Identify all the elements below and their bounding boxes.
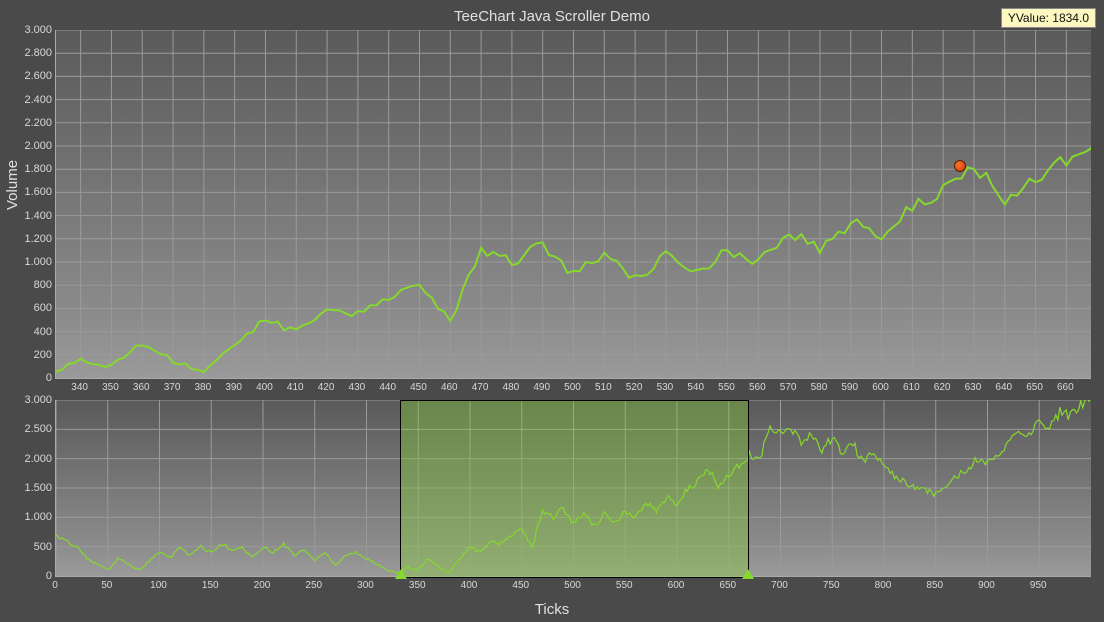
x-axis-title: Ticks bbox=[0, 601, 1104, 618]
overview-y-tick-label: 3.000 bbox=[7, 394, 52, 406]
overview-x-tick-label: 850 bbox=[926, 580, 943, 591]
y-tick-label: 2.200 bbox=[7, 117, 52, 129]
scroll-handle-right[interactable] bbox=[742, 569, 754, 579]
x-tick-label: 570 bbox=[780, 382, 797, 393]
y-tick-label: 2.000 bbox=[7, 140, 52, 152]
y-tick-label: 200 bbox=[7, 349, 52, 361]
x-tick-label: 550 bbox=[718, 382, 735, 393]
x-tick-label: 420 bbox=[318, 382, 335, 393]
overview-y-tick-label: 0 bbox=[7, 570, 52, 582]
x-tick-label: 530 bbox=[657, 382, 674, 393]
overview-x-tick-label: 50 bbox=[101, 580, 112, 591]
x-tick-label: 490 bbox=[533, 382, 550, 393]
x-tick-label: 460 bbox=[441, 382, 458, 393]
x-tick-label: 500 bbox=[564, 382, 581, 393]
overview-x-tick-label: 500 bbox=[564, 580, 581, 591]
overview-x-tick-label: 700 bbox=[771, 580, 788, 591]
x-tick-label: 480 bbox=[503, 382, 520, 393]
overview-y-tick-label: 2.500 bbox=[7, 423, 52, 435]
x-tick-label: 380 bbox=[195, 382, 212, 393]
y-tick-label: 0 bbox=[7, 372, 52, 384]
overview-x-tick-label: 650 bbox=[719, 580, 736, 591]
y-tick-label: 1.000 bbox=[7, 256, 52, 268]
x-tick-label: 640 bbox=[995, 382, 1012, 393]
y-tick-label: 2.600 bbox=[7, 70, 52, 82]
x-tick-label: 630 bbox=[965, 382, 982, 393]
y-tick-label: 400 bbox=[7, 326, 52, 338]
overview-x-tick-label: 600 bbox=[668, 580, 685, 591]
overview-x-tick-label: 0 bbox=[52, 580, 58, 591]
x-tick-label: 650 bbox=[1026, 382, 1043, 393]
y-tick-label: 3.000 bbox=[7, 24, 52, 36]
overview-x-tick-label: 250 bbox=[305, 580, 322, 591]
overview-x-tick-label: 100 bbox=[150, 580, 167, 591]
x-tick-label: 510 bbox=[595, 382, 612, 393]
x-tick-label: 660 bbox=[1057, 382, 1074, 393]
overview-y-tick-label: 1.500 bbox=[7, 482, 52, 494]
x-tick-label: 440 bbox=[379, 382, 396, 393]
y-tick-label: 1.400 bbox=[7, 210, 52, 222]
y-tick-label: 2.400 bbox=[7, 94, 52, 106]
x-tick-label: 610 bbox=[903, 382, 920, 393]
overview-x-tick-label: 750 bbox=[823, 580, 840, 591]
y-tick-label: 600 bbox=[7, 302, 52, 314]
x-tick-label: 400 bbox=[256, 382, 273, 393]
x-tick-label: 450 bbox=[410, 382, 427, 393]
x-tick-label: 340 bbox=[71, 382, 88, 393]
main-chart-area[interactable] bbox=[55, 30, 1091, 379]
x-tick-label: 580 bbox=[811, 382, 828, 393]
x-tick-label: 370 bbox=[164, 382, 181, 393]
overview-x-tick-label: 350 bbox=[409, 580, 426, 591]
y-tick-label: 2.800 bbox=[7, 47, 52, 59]
x-tick-label: 360 bbox=[133, 382, 150, 393]
y-tick-label: 800 bbox=[7, 279, 52, 291]
overview-x-tick-label: 900 bbox=[978, 580, 995, 591]
x-tick-label: 540 bbox=[687, 382, 704, 393]
value-tooltip: YValue: 1834.0 bbox=[1001, 8, 1096, 28]
data-marker[interactable] bbox=[954, 160, 966, 172]
x-tick-label: 600 bbox=[872, 382, 889, 393]
overview-x-tick-label: 450 bbox=[512, 580, 529, 591]
overview-x-tick-label: 300 bbox=[357, 580, 374, 591]
x-tick-label: 620 bbox=[934, 382, 951, 393]
overview-x-tick-label: 200 bbox=[254, 580, 271, 591]
overview-y-tick-label: 2.000 bbox=[7, 453, 52, 465]
overview-x-tick-label: 550 bbox=[616, 580, 633, 591]
y-tick-label: 1.200 bbox=[7, 233, 52, 245]
y-tick-label: 1.800 bbox=[7, 163, 52, 175]
x-tick-label: 560 bbox=[749, 382, 766, 393]
x-tick-label: 590 bbox=[841, 382, 858, 393]
chart-title: TeeChart Java Scroller Demo bbox=[0, 8, 1104, 25]
x-tick-label: 430 bbox=[349, 382, 366, 393]
overview-chart-area[interactable] bbox=[55, 400, 1091, 577]
overview-x-tick-label: 800 bbox=[875, 580, 892, 591]
x-tick-label: 350 bbox=[102, 382, 119, 393]
scroll-handle-left[interactable] bbox=[395, 569, 407, 579]
x-tick-label: 390 bbox=[225, 382, 242, 393]
overview-x-tick-label: 400 bbox=[461, 580, 478, 591]
overview-y-tick-label: 500 bbox=[7, 541, 52, 553]
scroll-window[interactable] bbox=[400, 400, 750, 578]
x-tick-label: 520 bbox=[626, 382, 643, 393]
overview-x-tick-label: 150 bbox=[202, 580, 219, 591]
y-tick-label: 1.600 bbox=[7, 186, 52, 198]
x-tick-label: 410 bbox=[287, 382, 304, 393]
overview-y-tick-label: 1.000 bbox=[7, 511, 52, 523]
x-tick-label: 470 bbox=[472, 382, 489, 393]
overview-x-tick-label: 950 bbox=[1030, 580, 1047, 591]
